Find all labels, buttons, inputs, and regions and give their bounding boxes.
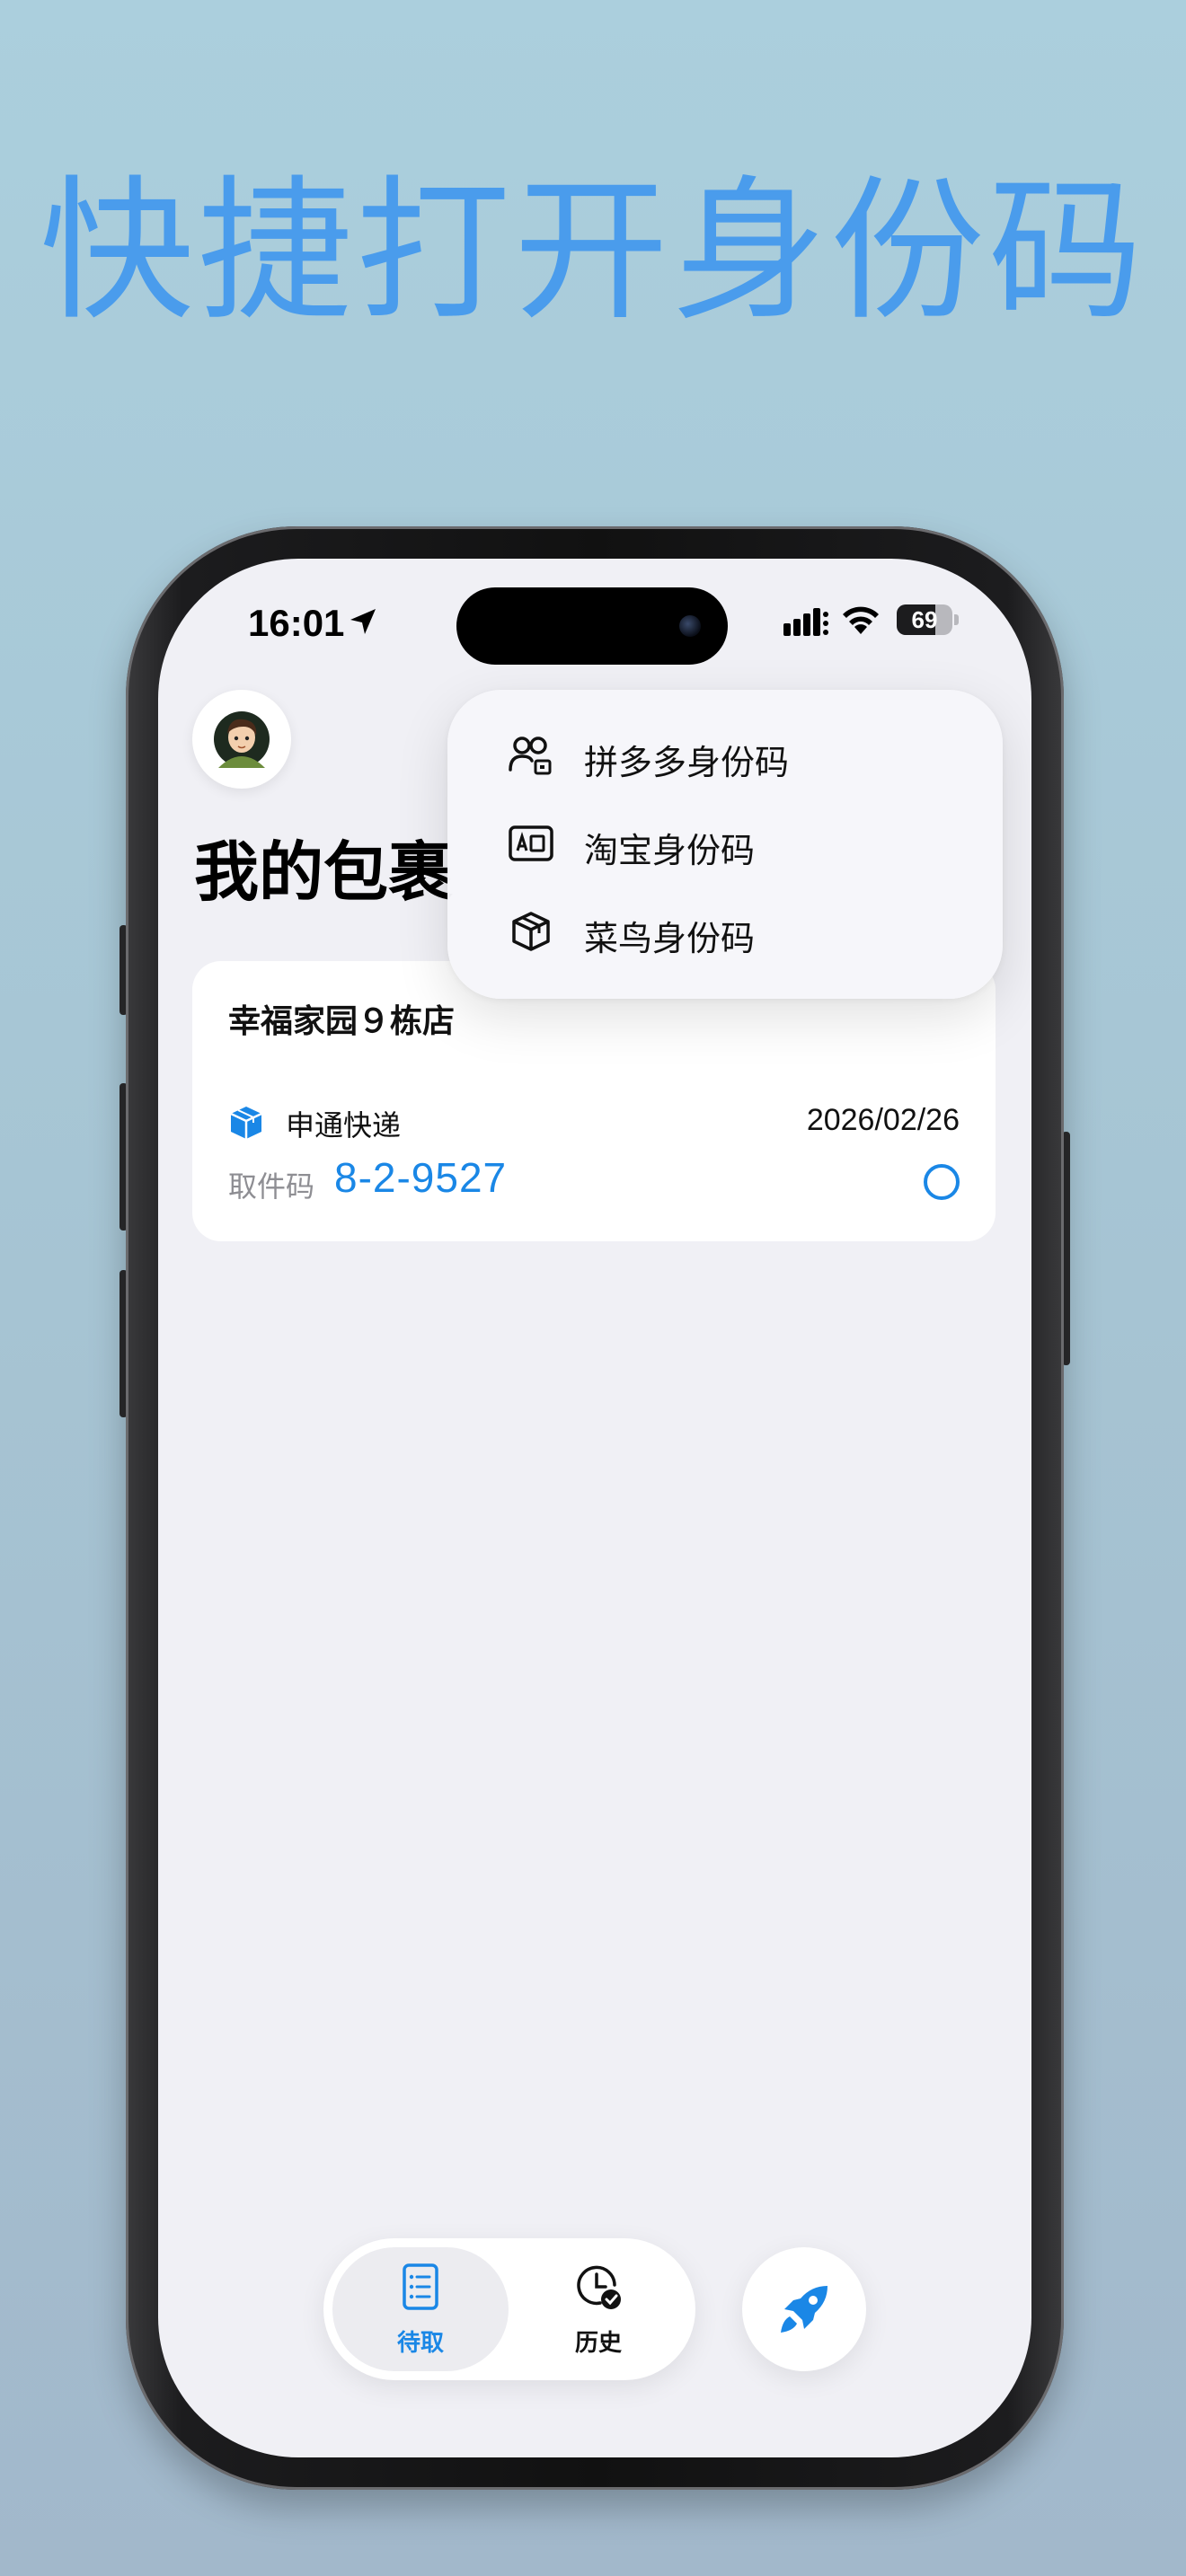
tab-pending[interactable]: 待取 — [332, 2247, 509, 2371]
package-box-icon — [512, 912, 550, 951]
menu-item-label: 淘宝身份码 — [584, 831, 756, 870]
list-icon — [403, 2263, 438, 2310]
tab-label: 待取 — [396, 2330, 444, 2357]
quick-launch-button[interactable] — [742, 2247, 866, 2371]
tab-bar: 待取 历史 — [323, 2238, 695, 2380]
battery-icon: 69 — [897, 604, 952, 635]
battery-percent: 69 — [911, 606, 938, 633]
wifi-icon — [843, 606, 879, 634]
menu-item-pinduoduo[interactable]: 拼多多身份码 — [447, 711, 1003, 799]
id-card-icon — [509, 825, 553, 861]
avatar[interactable] — [192, 690, 291, 789]
pickup-code-label: 取件码 — [228, 1169, 315, 1204]
store-name: 幸福家园９栋店 — [228, 1003, 456, 1040]
status-time: 16:01 — [248, 602, 345, 644]
tab-history[interactable]: 历史 — [510, 2247, 686, 2371]
phone-screen: 16:01 69 我的包裹 幸福家园９栋店 申通快递 2026/02/26 取件… — [158, 559, 1031, 2457]
carrier-name: 申通快递 — [286, 1108, 402, 1142]
people-qr-icon — [509, 737, 552, 775]
tab-label: 历史 — [574, 2330, 622, 2357]
mark-picked-checkbox[interactable] — [924, 1164, 960, 1200]
battery-tip — [954, 614, 959, 625]
location-arrow-icon — [350, 609, 376, 634]
menu-item-cainiao[interactable]: 菜鸟身份码 — [447, 887, 1003, 975]
avatar-illustration-icon — [214, 711, 270, 768]
package-date: 2026/02/26 — [806, 1103, 960, 1137]
pickup-code: 8-2-9527 — [334, 1154, 508, 1201]
package-card[interactable]: 幸福家园９栋店 申通快递 2026/02/26 取件码 8-2-9527 — [192, 961, 996, 1241]
menu-item-label: 拼多多身份码 — [584, 743, 790, 782]
page-title: 我的包裹 — [194, 834, 454, 910]
dynamic-island — [456, 587, 728, 665]
camera-icon — [679, 615, 701, 637]
cellular-signal-icon — [783, 608, 828, 636]
menu-item-taobao[interactable]: 淘宝身份码 — [447, 799, 1003, 887]
menu-item-label: 菜鸟身份码 — [584, 919, 756, 958]
clock-check-icon — [577, 2265, 621, 2309]
package-box-icon — [230, 1107, 262, 1139]
identity-code-menu: 拼多多身份码 淘宝身份码 菜鸟身份码 — [447, 690, 1003, 999]
headline: 快捷打开身份码 — [40, 161, 1146, 341]
rocket-icon — [781, 2286, 828, 2333]
